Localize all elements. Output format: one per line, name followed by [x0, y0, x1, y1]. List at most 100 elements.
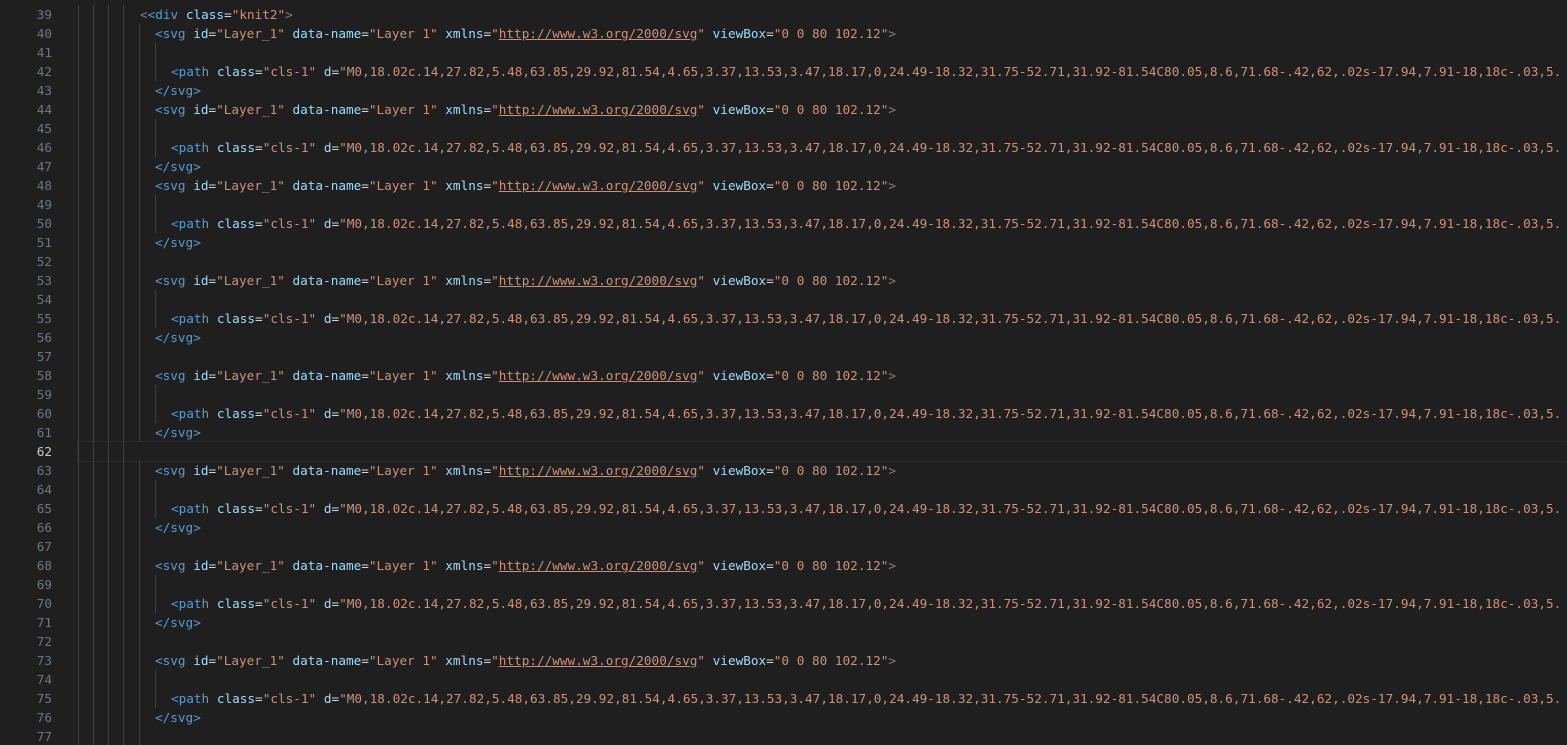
attr-value: "Layer 1" [368, 178, 438, 193]
tag-name: <div [147, 7, 179, 22]
line-number: 59 [36, 387, 52, 402]
code-line[interactable]: <svg id="Layer_1" data-name="Layer 1" xm… [78, 461, 1567, 480]
code-line[interactable] [78, 727, 1567, 745]
attr-name: id [193, 273, 209, 288]
code-line[interactable] [78, 632, 1567, 651]
code-line[interactable]: </svg> [78, 233, 1567, 252]
code-line[interactable]: <svg id="Layer_1" data-name="Layer 1" xm… [78, 271, 1567, 290]
code-line[interactable]: <path class="cls-1" d="M0,18.02c.14,27.8… [78, 309, 1567, 328]
code-line[interactable]: <svg id="Layer_1" data-name="Layer 1" xm… [78, 24, 1567, 43]
code-line[interactable]: <svg id="Layer_1" data-name="Layer 1" xm… [78, 100, 1567, 119]
code-line[interactable] [78, 480, 1567, 499]
indent-guide [108, 290, 109, 309]
attr-value: "Layer_1" [216, 273, 285, 288]
xmlns-link[interactable]: http://www.w3.org/2000/svg [499, 273, 698, 288]
indent-guide [93, 214, 94, 233]
code-line[interactable]: </svg> [78, 328, 1567, 347]
path-tag: <path class="cls-1" d="M0,18.02c.14,27.8… [171, 311, 1562, 326]
indent-guide [93, 385, 94, 404]
code-line[interactable]: <path class="cls-1" d="M0,18.02c.14,27.8… [78, 404, 1567, 423]
tag-name: </svg> [155, 83, 201, 98]
code-line[interactable]: <path class="cls-1" d="M0,18.02c.14,27.8… [78, 214, 1567, 233]
indent-guide [123, 176, 124, 195]
attr-value: "cls-1" [262, 311, 317, 326]
code-line[interactable]: <svg id="Layer_1" data-name="Layer 1" xm… [78, 176, 1567, 195]
code-line[interactable] [78, 347, 1567, 366]
xmlns-link[interactable]: http://www.w3.org/2000/svg [499, 463, 698, 478]
code-line[interactable]: <path class="cls-1" d="M0,18.02c.14,27.8… [78, 689, 1567, 708]
code-line[interactable]: <svg id="Layer_1" data-name="Layer 1" xm… [78, 556, 1567, 575]
code-line[interactable]: <<div class="knit2"> [78, 5, 1567, 24]
xmlns-link[interactable]: http://www.w3.org/2000/svg [499, 558, 698, 573]
code-area[interactable]: <<div class="knit2"> <svg id="Layer_1" d… [77, 5, 1567, 745]
indent-guide [78, 594, 79, 613]
indent-guide [139, 157, 140, 176]
code-line[interactable]: <svg id="Layer_1" data-name="Layer 1" xm… [78, 366, 1567, 385]
xmlns-link[interactable]: http://www.w3.org/2000/svg [499, 102, 698, 117]
code-line[interactable]: <svg id="Layer_1" data-name="Layer 1" xm… [78, 651, 1567, 670]
code-line[interactable]: </svg> [78, 423, 1567, 442]
indent-guide [139, 271, 140, 290]
code-line[interactable]: <path class="cls-1" d="M0,18.02c.14,27.8… [78, 594, 1567, 613]
code-line[interactable] [78, 43, 1567, 62]
indent-guide [123, 613, 124, 632]
line-number: 71 [36, 615, 52, 630]
line-number: 60 [36, 406, 52, 421]
indent-guide [93, 632, 94, 651]
indent-guide [155, 62, 156, 81]
indent-guide [108, 233, 109, 252]
indent-guide [139, 328, 140, 347]
attr-value: "0 0 80 102.12" [773, 26, 889, 41]
code-line[interactable] [78, 195, 1567, 214]
line-number: 43 [36, 83, 52, 98]
code-line[interactable] [78, 385, 1567, 404]
code-line[interactable] [78, 670, 1567, 689]
code-line[interactable]: </svg> [78, 613, 1567, 632]
code-line[interactable]: </svg> [78, 81, 1567, 100]
attr-value: "Layer 1" [368, 26, 438, 41]
code-line[interactable] [78, 290, 1567, 309]
tag-name: <svg [155, 178, 186, 193]
code-line[interactable] [78, 575, 1567, 594]
code-line[interactable]: <path class="cls-1" d="M0,18.02c.14,27.8… [78, 62, 1567, 81]
code-line[interactable]: </svg> [78, 708, 1567, 727]
attr-name: xmlns [445, 178, 484, 193]
code-line[interactable] [78, 537, 1567, 556]
line-number: 42 [36, 64, 52, 79]
code-line[interactable] [78, 119, 1567, 138]
indent-guide [123, 480, 124, 499]
attr-name: id [193, 26, 209, 41]
xmlns-link[interactable]: http://www.w3.org/2000/svg [499, 178, 698, 193]
indent-guide [78, 195, 79, 214]
div-tag: <<div class="knit2"> [140, 7, 293, 22]
code-line[interactable]: <path class="cls-1" d="M0,18.02c.14,27.8… [78, 138, 1567, 157]
xmlns-link[interactable]: http://www.w3.org/2000/svg [499, 653, 698, 668]
code-editor[interactable]: 39 40 41 42 43 44 45 46 47 48 49 50 51 52 53 54 55 56 57 58… [0, 0, 1567, 745]
xmlns-link[interactable]: http://www.w3.org/2000/svg [499, 26, 698, 41]
indent-guide [139, 100, 140, 119]
indent-guide [78, 252, 79, 271]
line-number: 58 [36, 368, 52, 383]
tag-name: <path [171, 501, 210, 516]
indent-guide [108, 5, 109, 24]
code-line[interactable]: <path class="cls-1" d="M0,18.02c.14,27.8… [78, 499, 1567, 518]
code-line[interactable]: </svg> [78, 157, 1567, 176]
indent-guide [78, 708, 79, 727]
tag-name: <path [171, 406, 210, 421]
code-line[interactable]: </svg> [78, 518, 1567, 537]
indent-guide [139, 670, 140, 689]
code-line[interactable] [78, 252, 1567, 271]
code-line[interactable] [77, 441, 1567, 462]
indent-guide [139, 252, 140, 271]
indent-guide [123, 689, 124, 708]
path-data-value: "M0,18.02c.14,27.82,5.48,63.85,29.92,81.… [339, 406, 1562, 421]
attr-name: viewBox [712, 102, 767, 117]
attr-name: id [193, 102, 209, 117]
indent-guide [139, 43, 140, 62]
indent-guide [108, 347, 109, 366]
tag-name: </svg> [155, 425, 201, 440]
xmlns-link[interactable]: http://www.w3.org/2000/svg [499, 368, 698, 383]
indent-guide [123, 537, 124, 556]
indent-guide [93, 43, 94, 62]
indent-guide [123, 81, 124, 100]
